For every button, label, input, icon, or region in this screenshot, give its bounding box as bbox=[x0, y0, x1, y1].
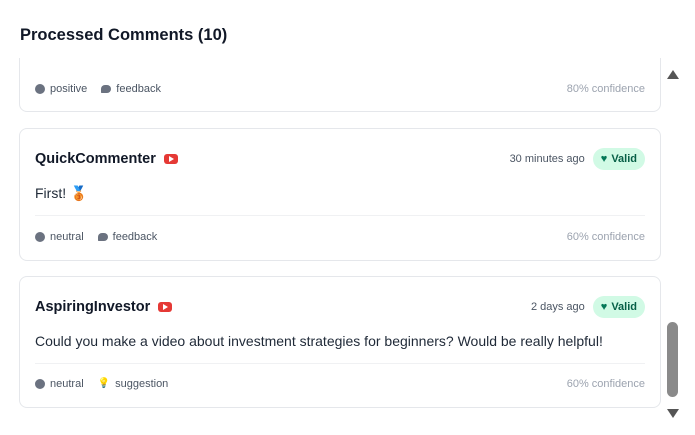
comment-footer: positive feedback 80% confidence bbox=[35, 80, 645, 98]
sentiment-tag: neutral bbox=[35, 378, 84, 390]
scrollbar-thumb[interactable] bbox=[667, 322, 678, 397]
category-label: feedback bbox=[116, 83, 161, 95]
status-label: Valid bbox=[611, 301, 637, 313]
comment-header: QuickCommenter 30 minutes ago ♥ Valid bbox=[35, 146, 645, 172]
status-badge: ♥ Valid bbox=[592, 296, 645, 318]
scrollbar[interactable] bbox=[666, 64, 680, 422]
youtube-icon bbox=[158, 302, 173, 312]
comment-text: First! 🥉 bbox=[35, 185, 88, 201]
confidence-label: 60% confidence bbox=[566, 378, 645, 390]
status-label: Valid bbox=[611, 153, 637, 165]
author-name[interactable]: AspiringInvestor bbox=[35, 299, 150, 315]
comment-footer: neutral 💡 suggestion 60% confidence bbox=[35, 375, 645, 393]
confidence-label: 60% confidence bbox=[566, 231, 645, 243]
comment-footer: neutral feedback 60% confidence bbox=[35, 228, 645, 246]
comment-card: AspiringInvestor 2 days ago ♥ Valid Coul… bbox=[19, 276, 661, 408]
comment-card: QuickCommenter 30 minutes ago ♥ Valid Fi… bbox=[19, 128, 661, 261]
face-icon bbox=[35, 232, 45, 242]
category-tag: feedback bbox=[97, 231, 158, 243]
author-name[interactable]: QuickCommenter bbox=[35, 151, 156, 167]
sentiment-label: neutral bbox=[50, 231, 84, 243]
sentiment-label: neutral bbox=[50, 378, 84, 390]
comments-list[interactable]: positive feedback 80% confidence QuickCo… bbox=[0, 58, 665, 435]
chat-bubble-icon bbox=[97, 233, 108, 241]
divider bbox=[35, 363, 645, 364]
timestamp: 2 days ago bbox=[530, 301, 585, 313]
lightbulb-icon: 💡 bbox=[97, 378, 111, 389]
heart-icon: ♥ bbox=[600, 152, 608, 165]
category-label: suggestion bbox=[115, 378, 169, 390]
sentiment-tag: neutral bbox=[35, 231, 84, 243]
scroll-up-arrow-icon[interactable] bbox=[667, 70, 679, 79]
heart-icon: ♥ bbox=[600, 300, 608, 313]
comment-card: positive feedback 80% confidence bbox=[19, 58, 661, 112]
divider bbox=[35, 215, 645, 216]
comment-text: Could you make a video about investment … bbox=[35, 333, 603, 349]
chat-bubble-icon bbox=[101, 85, 112, 93]
face-icon bbox=[35, 379, 45, 389]
confidence-label: 80% confidence bbox=[566, 83, 645, 95]
category-tag: 💡 suggestion bbox=[98, 378, 169, 390]
timestamp: 30 minutes ago bbox=[509, 153, 585, 165]
status-badge: ♥ Valid bbox=[592, 148, 645, 170]
sentiment-tag: positive bbox=[35, 83, 87, 95]
sentiment-label: positive bbox=[50, 83, 88, 95]
category-tag: feedback bbox=[101, 83, 161, 95]
face-icon bbox=[35, 84, 45, 94]
scroll-down-arrow-icon[interactable] bbox=[667, 409, 679, 418]
page-title: Processed Comments (10) bbox=[20, 26, 228, 44]
comment-header: AspiringInvestor 2 days ago ♥ Valid bbox=[35, 294, 645, 320]
category-label: feedback bbox=[112, 231, 158, 243]
youtube-icon bbox=[163, 154, 178, 164]
